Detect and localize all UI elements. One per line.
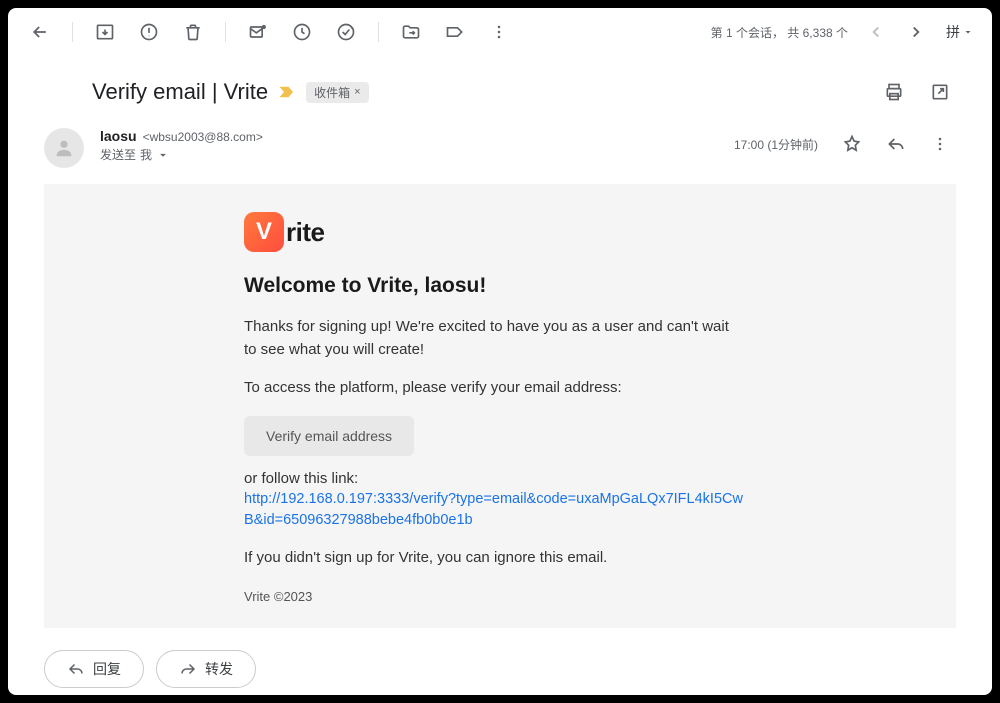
toolbar-separator — [378, 22, 379, 42]
vrite-logo-text: rite — [286, 217, 324, 248]
vrite-logo: V rite — [244, 212, 744, 252]
add-task-button[interactable] — [326, 12, 366, 52]
conversation-position: 第 1 个会话， 共 6,338 个 — [711, 24, 848, 41]
welcome-heading: Welcome to Vrite, laosu! — [244, 274, 744, 298]
labels-button[interactable] — [435, 12, 475, 52]
important-marker-icon[interactable] — [278, 85, 296, 99]
spam-button[interactable] — [129, 12, 169, 52]
vrite-logo-icon: V — [244, 212, 284, 252]
intro-paragraph: Thanks for signing up! We're excited to … — [244, 316, 744, 361]
access-paragraph: To access the platform, please verify yo… — [244, 377, 744, 400]
toolbar-separator — [72, 22, 73, 42]
email-body: V rite Welcome to Vrite, laosu! Thanks f… — [44, 184, 956, 628]
forward-arrow-icon — [179, 660, 197, 678]
sender-name: laosu — [100, 128, 137, 144]
email-subject: Verify email | Vrite — [92, 79, 268, 105]
archive-button[interactable] — [85, 12, 125, 52]
star-button[interactable] — [836, 128, 868, 160]
move-to-button[interactable] — [391, 12, 431, 52]
recipient-dropdown[interactable]: 发送至 我 — [100, 146, 718, 163]
or-follow-text: or follow this link: — [244, 470, 744, 487]
toolbar-separator — [225, 22, 226, 42]
email-signature: Vrite ©2023 — [244, 589, 744, 604]
ignore-paragraph: If you didn't sign up for Vrite, you can… — [244, 547, 744, 570]
more-toolbar-button[interactable] — [479, 12, 519, 52]
print-button[interactable] — [878, 76, 910, 108]
reply-button[interactable]: 回复 — [44, 650, 144, 688]
inbox-label-chip[interactable]: 收件箱 × — [306, 82, 368, 103]
sender-email: <wbsu2003@88.com> — [143, 130, 263, 144]
next-conversation-button[interactable] — [900, 16, 932, 48]
mark-unread-button[interactable] — [238, 12, 278, 52]
prev-conversation-button[interactable] — [860, 16, 892, 48]
chevron-down-icon — [156, 148, 170, 162]
snooze-button[interactable] — [282, 12, 322, 52]
email-timestamp: 17:00 (1分钟前) — [734, 136, 818, 153]
forward-button[interactable]: 转发 — [156, 650, 256, 688]
open-new-window-button[interactable] — [924, 76, 956, 108]
reply-arrow-icon — [67, 660, 85, 678]
more-message-button[interactable] — [924, 128, 956, 160]
reply-icon-button[interactable] — [880, 128, 912, 160]
delete-button[interactable] — [173, 12, 213, 52]
sender-avatar[interactable] — [44, 128, 84, 168]
verify-link[interactable]: http://192.168.0.197:3333/verify?type=em… — [244, 489, 744, 531]
remove-label-icon[interactable]: × — [354, 86, 360, 98]
back-button[interactable] — [20, 12, 60, 52]
verify-email-button[interactable]: Verify email address — [244, 416, 414, 456]
ime-indicator[interactable]: 拼 — [940, 18, 980, 46]
